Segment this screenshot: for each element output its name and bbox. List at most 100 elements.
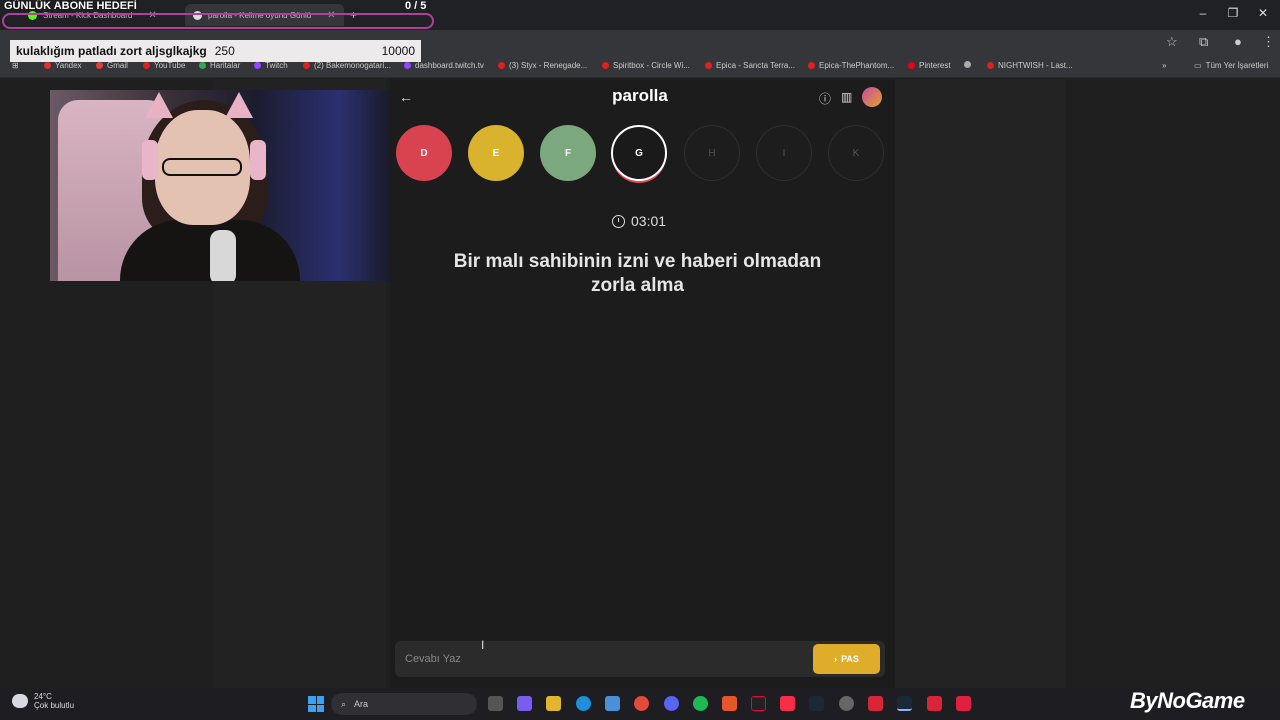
discord-icon[interactable]: [664, 696, 679, 711]
bookmark-label: dashboard.twitch.tv: [415, 61, 484, 70]
bookmark-label: Yandex: [55, 61, 82, 70]
chevron-right-icon[interactable]: »: [1162, 61, 1166, 70]
bookmark-item[interactable]: NIGHTWISH - Last...: [987, 61, 1073, 70]
bookmark-item[interactable]: Yandex: [44, 61, 82, 70]
apps-icon[interactable]: ⊞: [12, 61, 19, 70]
settings-icon[interactable]: [839, 696, 854, 711]
spotify-icon[interactable]: [693, 696, 708, 711]
steam-icon[interactable]: [897, 696, 912, 711]
youtube-icon: [498, 62, 505, 69]
bookmark-item[interactable]: Spiritbox - Circle Wi...: [602, 61, 690, 70]
all-bookmarks-button[interactable]: ▭ Tüm Yer İşaretleri: [1194, 61, 1268, 70]
bookmark-item[interactable]: dashboard.twitch.tv: [404, 61, 484, 70]
restore-icon[interactable]: ❐: [1218, 6, 1248, 20]
app-icon[interactable]: [868, 696, 883, 711]
all-bookmarks-label: Tüm Yer İşaretleri: [1205, 61, 1269, 70]
bookmark-item[interactable]: Haritalar: [199, 61, 240, 70]
glasses: [162, 158, 242, 176]
extensions-icon[interactable]: ⧉: [1199, 34, 1208, 50]
bookmark-item[interactable]: [964, 61, 971, 68]
copilot-icon[interactable]: [517, 696, 532, 711]
bookmark-item[interactable]: (3) Styx - Renegade...: [498, 61, 587, 70]
bookmark-label: Pinterest: [919, 61, 951, 70]
stats-icon[interactable]: ▥: [841, 90, 852, 104]
answer-input[interactable]: [395, 641, 805, 677]
app-icon[interactable]: [927, 696, 942, 711]
weather-text: Çok bulutlu: [34, 701, 75, 710]
chevron-right-icon: ›: [834, 654, 838, 664]
avatar[interactable]: [862, 87, 882, 107]
star-icon[interactable]: ☆: [1166, 34, 1178, 50]
folder-icon: ▭: [1194, 61, 1202, 70]
bookmark-item[interactable]: Twitch: [254, 61, 288, 70]
donation-goal-bar: kulaklığım patladı zort aljsglkajkg 250 …: [10, 40, 421, 62]
bookmark-label: YouTube: [154, 61, 186, 70]
edge-icon[interactable]: [576, 696, 591, 711]
youtube-icon: [303, 62, 310, 69]
bookmark-label: Gmail: [107, 61, 128, 70]
clock-icon: [612, 214, 625, 228]
menu-icon[interactable]: ⋮: [1262, 34, 1275, 50]
goal-title: GÜNLÜK ABONE HEDEFİ: [4, 0, 137, 12]
letter-circle-e: E: [468, 125, 524, 181]
minimize-icon[interactable]: –: [1188, 6, 1218, 20]
letter-label: G: [635, 147, 643, 159]
letter-circle-i: I: [756, 125, 812, 181]
app-icon[interactable]: [956, 696, 971, 711]
task-view-icon[interactable]: [488, 696, 503, 711]
letter-label: I: [782, 147, 786, 159]
temperature: 24°C: [34, 692, 52, 701]
headphone: [250, 140, 266, 180]
text-cursor-icon: I: [481, 638, 485, 652]
bookmark-item[interactable]: Epica - Sancta Terra...: [705, 61, 795, 70]
goal-progress-bar: [2, 13, 434, 29]
pass-label: PAS: [841, 654, 859, 664]
letter-circle-f: F: [540, 125, 596, 181]
question-text: Bir malı sahibinin izni ve haberi olmada…: [453, 251, 822, 296]
letter-label: K: [852, 147, 860, 159]
back-arrow-icon[interactable]: ←: [399, 89, 413, 105]
webcam-overlay: [50, 90, 390, 281]
bookmark-label: Epica - Sancta Terra...: [716, 61, 795, 70]
profile-icon[interactable]: ●: [1234, 34, 1242, 49]
bookmark-label: Twitch: [265, 61, 288, 70]
weather-widget[interactable]: 24°C Çok bulutlu: [12, 692, 74, 710]
youtube-icon: [705, 62, 712, 69]
file-explorer-icon[interactable]: [546, 696, 561, 711]
bookmark-label: Haritalar: [210, 61, 241, 70]
letter-label: E: [492, 147, 500, 159]
pass-button[interactable]: › PAS: [813, 644, 880, 674]
info-icon[interactable]: ⓘ: [819, 90, 831, 107]
app-title: parolla: [612, 86, 668, 105]
pinterest-icon: [908, 62, 915, 69]
app-icon[interactable]: [751, 696, 766, 711]
goal-count: 0 / 5: [405, 0, 427, 12]
letter-label: F: [564, 147, 572, 159]
bookmark-item[interactable]: (2) Bakemonogatari...: [303, 61, 391, 70]
taskbar-search[interactable]: ⌕ Ara: [331, 693, 477, 715]
letter-circle-d: D: [396, 125, 452, 181]
bookmark-item[interactable]: Pinterest: [908, 61, 951, 70]
headphone: [142, 140, 158, 180]
bookmark-item[interactable]: Epica-ThePhantom...: [808, 61, 894, 70]
donation-goal-amount: 250: [214, 44, 235, 58]
windows-start-icon[interactable]: [308, 696, 324, 712]
steam-icon[interactable]: [809, 696, 824, 711]
close-window-icon[interactable]: ✕: [1248, 6, 1278, 20]
store-icon[interactable]: [605, 696, 620, 711]
youtube-icon: [602, 62, 609, 69]
bookmark-item[interactable]: Gmail: [96, 61, 128, 70]
bookmark-label: Epica-ThePhantom...: [819, 61, 895, 70]
answer-bar: › PAS: [395, 641, 885, 677]
twitch-icon: [254, 62, 261, 69]
youtube-icon: [808, 62, 815, 69]
letter-label: H: [708, 147, 716, 159]
timer: 03:01: [612, 213, 666, 229]
bookmark-item[interactable]: YouTube: [143, 61, 185, 70]
chrome-icon[interactable]: [634, 696, 649, 711]
cat-ear: [225, 92, 253, 118]
music-icon[interactable]: [780, 696, 795, 711]
maps-icon: [199, 62, 206, 69]
brave-icon[interactable]: [722, 696, 737, 711]
bookmark-label: NIGHTWISH - Last...: [998, 61, 1073, 70]
